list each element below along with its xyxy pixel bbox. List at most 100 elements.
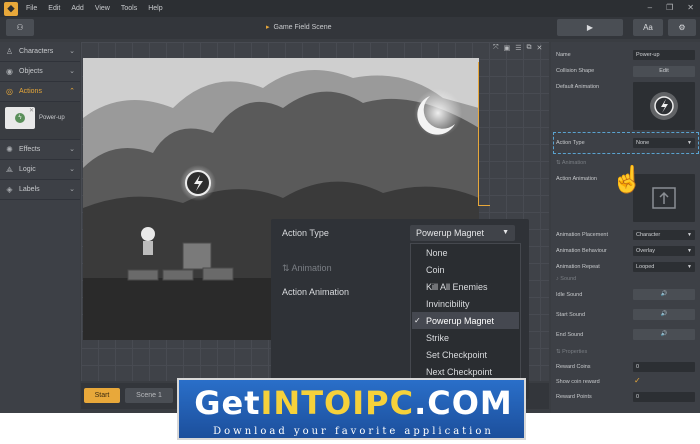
option-kill-all-enemies[interactable]: Kill All Enemies (426, 282, 488, 292)
left-panel: ♙ Characters ⌄ ◉ Objects ⌄ ◎ Actions ⌃ ϟ ✕ Pow… (0, 42, 80, 413)
collision-edit-button[interactable]: Edit (633, 66, 695, 77)
selection-guide-vertical (478, 62, 479, 206)
speaker-icon: 🔊 (660, 291, 668, 297)
chevron-up-icon: ⌃ (69, 88, 75, 95)
collision-shape-label: Collision Shape (556, 68, 595, 74)
fit-icon[interactable]: ⤧ (493, 44, 499, 52)
sidebar-item-objects[interactable]: ◉ Objects ⌄ (0, 62, 80, 82)
show-coin-label: Show coin reward (556, 379, 600, 385)
idle-sound-button[interactable]: 🔊 (633, 289, 695, 300)
sidebar-item-effects[interactable]: ✺ Effects ⌄ (0, 140, 80, 160)
default-animation-label: Default Animation (556, 84, 600, 90)
lightning-icon (650, 92, 678, 120)
menu-edit[interactable]: Edit (48, 5, 60, 12)
animation-section-header: ⇅ Animation (556, 160, 587, 166)
start-scene-button[interactable]: Start (84, 388, 120, 403)
name-input[interactable]: Power-up (633, 50, 695, 60)
remove-icon[interactable]: ✕ (29, 107, 34, 114)
menu-tools[interactable]: Tools (121, 5, 137, 12)
watermark-title: GetINTOIPC.COM (194, 384, 513, 422)
reward-points-label: Reward Points (556, 394, 592, 400)
action-type-select[interactable]: None ▼ (633, 138, 695, 148)
sidebar-item-actions[interactable]: ◎ Actions ⌃ (0, 82, 80, 102)
start-sound-label: Start Sound (556, 312, 586, 318)
placement-select[interactable]: Character ▼ (633, 230, 695, 240)
title-bar: ◆ File Edit Add View Tools Help – ❐ ✕ (0, 0, 700, 17)
caret-down-icon: ▼ (687, 248, 692, 254)
labels-icon: ◈ (6, 185, 13, 194)
maximize-icon[interactable]: ❐ (666, 3, 673, 13)
option-set-checkpoint[interactable]: Set Checkpoint (426, 350, 487, 360)
chevron-down-icon: ⌄ (69, 166, 75, 173)
option-coin[interactable]: Coin (426, 265, 445, 275)
play-button[interactable]: ▶ (557, 19, 623, 36)
menu-add[interactable]: Add (71, 5, 83, 12)
tree-icon: ⚇ (16, 23, 24, 32)
repeat-label: Animation Repeat (556, 264, 600, 270)
sliders-icon: ⇅ (282, 263, 292, 273)
end-sound-label: End Sound (556, 332, 584, 338)
menu-view[interactable]: View (95, 5, 110, 12)
option-invincibility[interactable]: Invincibility (426, 299, 470, 309)
action-type-label: Action Type (556, 140, 585, 146)
close-icon[interactable]: ✕ (687, 3, 694, 13)
behaviour-select[interactable]: Overlay ▼ (633, 246, 695, 256)
chevron-down-icon: ⌄ (69, 146, 75, 153)
selection-guide-horizontal (478, 205, 490, 206)
behaviour-label: Animation Behaviour (556, 248, 607, 254)
watermark-banner: GetINTOIPC.COM Download your favorite ap… (177, 378, 526, 440)
scene-tree-button[interactable]: ⚇ (6, 19, 34, 36)
show-coin-checkbox[interactable]: ✓ (634, 376, 641, 385)
settings-button[interactable]: ⚙ (668, 19, 696, 36)
lock-icon[interactable]: ▣ (504, 44, 511, 52)
sidebar-item-characters[interactable]: ♙ Characters ⌄ (0, 42, 80, 62)
effects-icon: ✺ (6, 145, 13, 154)
scene-title: ▸ Game Field Scene (266, 24, 332, 31)
popup-action-type-select[interactable]: Powerup Magnet ▼ (410, 225, 515, 241)
layers-icon[interactable]: ☰ (515, 44, 521, 52)
option-none[interactable]: None (426, 248, 448, 258)
popup-animation-section: ⇅ Animation (282, 263, 332, 273)
name-label: Name (556, 52, 571, 58)
option-powerup-magnet[interactable]: Powerup Magnet (426, 316, 494, 326)
start-sound-button[interactable]: 🔊 (633, 309, 695, 320)
chevron-down-icon: ⌄ (69, 186, 75, 193)
actions-list: ϟ ✕ Power-up (0, 102, 80, 140)
speaker-icon: 🔊 (660, 311, 668, 317)
sound-section-header: ♪ Sound (556, 276, 577, 282)
chevron-down-icon: ⌄ (69, 68, 75, 75)
popup-action-type-label: Action Type (282, 228, 329, 238)
end-sound-button[interactable]: 🔊 (633, 329, 695, 340)
option-strike[interactable]: Strike (426, 333, 449, 343)
watermark-tagline: Download your favorite application (213, 426, 494, 437)
menu-bar: File Edit Add View Tools Help (26, 5, 174, 12)
toolbar: ⚇ ▸ Game Field Scene ▶ Aa ⚙ (0, 17, 700, 39)
reward-points-input[interactable]: 0 (633, 392, 695, 402)
placement-label: Animation Placement (556, 232, 608, 238)
default-animation-preview[interactable] (633, 82, 695, 130)
check-icon: ✓ (414, 316, 421, 325)
idle-sound-label: Idle Sound (556, 292, 583, 298)
reward-coins-input[interactable]: 0 (633, 362, 695, 372)
hand-cursor-icon: ☝ (611, 164, 644, 194)
chevron-down-icon: ⌄ (69, 48, 75, 55)
minimize-icon[interactable]: – (648, 3, 652, 13)
caret-down-icon: ▼ (687, 140, 692, 146)
action-animation-label: Action Animation (556, 176, 597, 182)
window-controls: – ❐ ✕ (634, 3, 694, 13)
scene-1-button[interactable]: Scene 1 (125, 388, 173, 403)
repeat-select[interactable]: Looped ▼ (633, 262, 695, 272)
gear-icon: ⚙ (678, 23, 686, 32)
sidebar-item-labels[interactable]: ◈ Labels ⌄ (0, 180, 80, 200)
caret-down-icon: ▼ (687, 264, 692, 270)
actions-icon: ◎ (6, 87, 13, 96)
option-next-checkpoint[interactable]: Next Checkpoint (426, 367, 492, 377)
delete-icon[interactable]: ✕ (537, 44, 543, 52)
properties-section-header: ⇅ Properties (556, 349, 588, 355)
copy-icon[interactable]: ⧉ (527, 44, 532, 52)
sidebar-item-logic[interactable]: ⟁ Logic ⌄ (0, 160, 80, 180)
menu-help[interactable]: Help (148, 5, 162, 12)
caret-down-icon: ▼ (687, 232, 692, 238)
font-button[interactable]: Aa (633, 19, 663, 36)
menu-file[interactable]: File (26, 5, 37, 12)
